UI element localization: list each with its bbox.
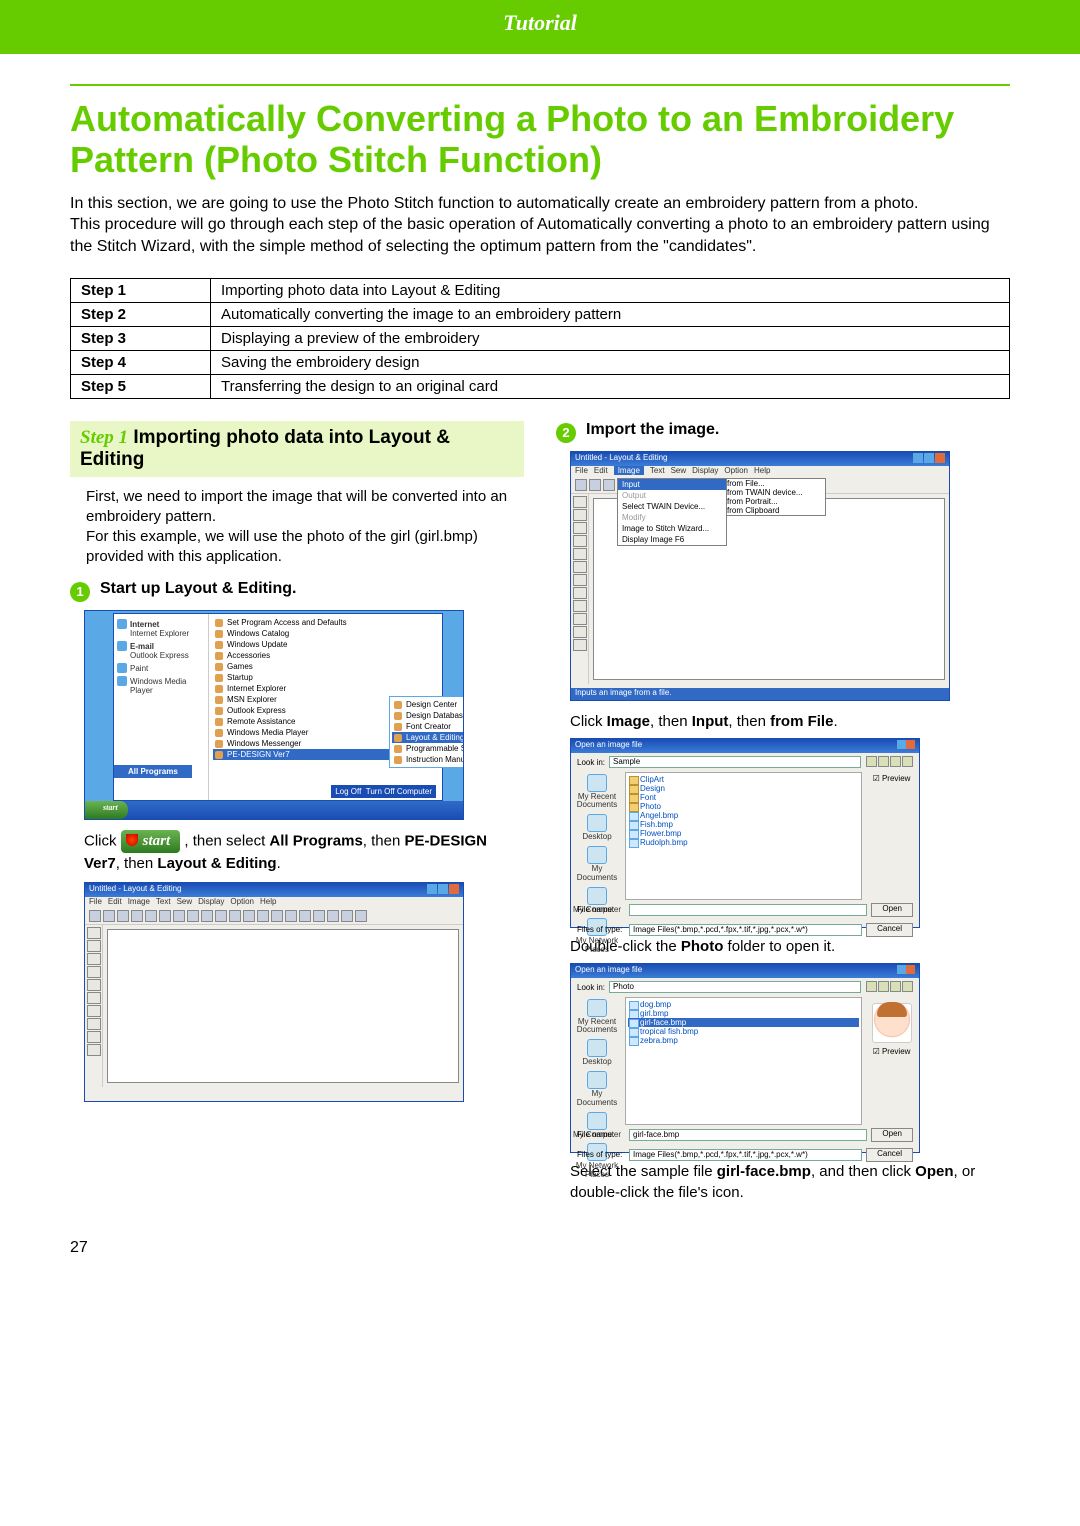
status-bar: Inputs an image from a file. [571,688,949,700]
screenshot-start-menu: InternetInternet Explorer E-mailOutlook … [84,610,464,820]
dialog-nav-icons [865,756,913,769]
screenshot-layout-editing-blank: Untitled - Layout & Editing FileEditImag… [84,882,464,1102]
close-icon [935,453,945,463]
table-row: Step 3Displaying a preview of the embroi… [71,326,1010,350]
bullet-2: 2 [556,423,576,443]
start-button-icon: start [85,801,128,819]
right-column: 2 Import the image. Untitled - Layout & … [556,421,1010,1209]
input-submenu: from File... from TWAIN device... from P… [726,478,826,516]
instr-select-file: Select the sample file girl-face.bmp, an… [570,1161,1010,1203]
table-row: Step 4Saving the embroidery design [71,350,1010,374]
left-column: Step 1 Importing photo data into Layout … [70,421,524,1209]
sub2-title: Import the image. [586,421,719,439]
minimize-icon [427,884,437,894]
minimize-icon [913,453,923,463]
close-icon [449,884,459,894]
instr-start: Click start , then select All Programs, … [84,830,524,874]
sub1-title: Start up Layout & Editing. [100,580,296,598]
intro-paragraph: In this section, we are going to use the… [70,193,1010,258]
table-row: Step 2Automatically converting the image… [71,302,1010,326]
preview-face-image [872,1003,912,1043]
image-menu-dropdown: Input Output Select TWAIN Device... Modi… [617,478,727,546]
step-heading: Step 1 Importing photo data into Layout … [70,421,524,477]
dialog-nav-icons [865,981,913,994]
step-number: Step 1 [80,427,128,448]
close-icon [906,965,915,974]
content: Automatically Converting a Photo to an E… [0,98,1080,1209]
open-button: Open [871,903,913,917]
instr-image-input: Click Image, then Input, then from File. [570,711,1010,732]
step-title: Importing photo data into Layout & Editi… [80,427,450,470]
close-icon [906,740,915,749]
header-bar: Tutorial [0,0,1080,54]
all-programs: All Programs [114,765,192,778]
maximize-icon [438,884,448,894]
page-number: 27 [70,1239,88,1256]
page-footer: 27 [0,1209,1080,1267]
bullet-1: 1 [70,582,90,602]
screenshot-open-dialog-photo: Open an image file Look in: Photo My Rec… [570,963,920,1153]
table-row: Step 1Importing photo data into Layout &… [71,278,1010,302]
maximize-icon [924,453,934,463]
body-p2: For this example, we will use the photo … [86,527,524,568]
help-icon [897,740,906,749]
page-title: Automatically Converting a Photo to an E… [70,98,1010,181]
help-icon [897,965,906,974]
screenshot-open-dialog-sample: Open an image file Look in: Sample My Re… [570,738,920,928]
steps-table: Step 1Importing photo data into Layout &… [70,278,1010,399]
start-button-inline: start [121,830,181,853]
cancel-button: Cancel [866,923,913,937]
cancel-button: Cancel [866,1148,913,1162]
screenshot-image-input-menu: Untitled - Layout & Editing FileEditImag… [570,451,950,701]
table-row: Step 5Transferring the design to an orig… [71,374,1010,398]
body-p1: First, we need to import the image that … [86,487,524,528]
open-button: Open [871,1128,913,1142]
top-rule [70,84,1010,86]
